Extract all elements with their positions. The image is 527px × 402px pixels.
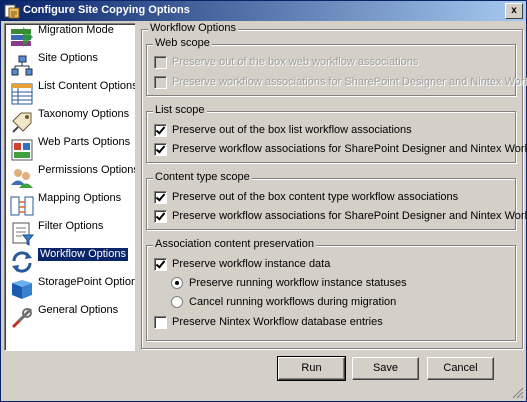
nav-label: General Options bbox=[38, 304, 119, 316]
nav-label: Workflow Options bbox=[38, 248, 128, 261]
window-title: Configure Site Copying Options bbox=[23, 4, 190, 16]
web-spd-nintex-checkbox[interactable] bbox=[154, 76, 167, 89]
association-group: Association content preservation Preserv… bbox=[146, 238, 516, 341]
mapping-icon bbox=[10, 196, 34, 216]
nav-item-list-content[interactable]: List Content Options bbox=[7, 80, 137, 107]
migration-mode-icon bbox=[11, 27, 33, 47]
web-scope-title: Web scope bbox=[153, 37, 212, 49]
app-icon bbox=[4, 4, 20, 19]
nav-item-filter[interactable]: Filter Options bbox=[7, 220, 135, 247]
site-options-icon bbox=[11, 55, 33, 76]
nav-item-general[interactable]: General Options bbox=[7, 304, 135, 331]
nav-label: Migration Mode bbox=[38, 24, 114, 36]
list-spd-nintex-checkbox[interactable] bbox=[154, 143, 167, 156]
nav-item-migration-mode[interactable]: Migration Mode bbox=[7, 24, 135, 51]
preserve-running-radio[interactable] bbox=[171, 277, 183, 289]
cancel-running-radio[interactable] bbox=[171, 296, 183, 308]
nav-label: Site Options bbox=[38, 52, 98, 64]
close-icon: x bbox=[511, 5, 517, 16]
preserve-running-label: Preserve running workflow instance statu… bbox=[189, 277, 407, 289]
nav-item-workflow[interactable]: Workflow Options bbox=[7, 248, 135, 275]
nintex-db-checkbox[interactable] bbox=[154, 316, 167, 329]
nav-item-storagepoint[interactable]: StoragePoint Options bbox=[7, 276, 137, 303]
list-spd-nintex-label: Preserve workflow associations for Share… bbox=[172, 143, 527, 155]
nav-label: Permissions Options bbox=[38, 164, 137, 176]
ct-spd-nintex-checkbox[interactable] bbox=[154, 210, 167, 223]
web-ootb-checkbox[interactable] bbox=[154, 56, 167, 69]
list-ootb-checkbox[interactable] bbox=[154, 124, 167, 137]
content-type-scope-group: Content type scope Preserve out of the b… bbox=[146, 171, 527, 230]
web-ootb-label: Preserve out of the box web workflow ass… bbox=[172, 56, 419, 68]
close-button[interactable]: x bbox=[505, 3, 523, 19]
cancel-button[interactable]: Cancel bbox=[427, 357, 494, 380]
filter-icon bbox=[12, 222, 35, 246]
nav-label: List Content Options bbox=[38, 80, 137, 92]
list-content-icon bbox=[11, 83, 33, 105]
instance-data-label: Preserve workflow instance data bbox=[172, 258, 331, 270]
list-scope-group: List scope Preserve out of the box list … bbox=[146, 104, 527, 163]
nav-label: Mapping Options bbox=[38, 192, 122, 204]
nav-item-site-options[interactable]: Site Options bbox=[7, 52, 135, 79]
save-button[interactable]: Save bbox=[352, 357, 419, 380]
instance-data-checkbox[interactable] bbox=[154, 258, 167, 271]
nav-label: StoragePoint Options bbox=[38, 276, 137, 288]
ct-ootb-checkbox[interactable] bbox=[154, 191, 167, 204]
workflow-options-title: Workflow Options bbox=[148, 22, 238, 34]
title-bar[interactable]: Configure Site Copying Options x bbox=[1, 1, 526, 21]
storagepoint-icon bbox=[12, 280, 32, 299]
ct-spd-nintex-label: Preserve workflow associations for Share… bbox=[172, 210, 527, 222]
cancel-running-label: Cancel running workflows during migratio… bbox=[189, 296, 397, 308]
web-spd-nintex-label: Preserve workflow associations for Share… bbox=[172, 76, 527, 88]
web-parts-icon bbox=[11, 139, 33, 161]
nintex-db-label: Preserve Nintex Workflow database entrie… bbox=[172, 316, 383, 328]
association-title: Association content preservation bbox=[153, 238, 316, 250]
nav-item-taxonomy[interactable]: Taxonomy Options bbox=[7, 108, 135, 135]
options-nav: Migration Mode Site Options List Content… bbox=[4, 23, 137, 351]
resize-grip-icon[interactable] bbox=[512, 387, 524, 399]
taxonomy-icon bbox=[12, 112, 32, 133]
permissions-icon bbox=[11, 169, 33, 188]
list-scope-title: List scope bbox=[153, 104, 207, 116]
list-ootb-label: Preserve out of the box list workflow as… bbox=[172, 124, 412, 136]
general-options-icon bbox=[11, 307, 33, 329]
sidebar-splitter[interactable] bbox=[135, 23, 138, 351]
content-type-scope-title: Content type scope bbox=[153, 171, 252, 183]
nav-label: Web Parts Options bbox=[38, 136, 131, 148]
ct-ootb-label: Preserve out of the box content type wor… bbox=[172, 191, 459, 203]
nav-label: Filter Options bbox=[38, 220, 104, 232]
nav-item-web-parts[interactable]: Web Parts Options bbox=[7, 136, 135, 163]
web-scope-group: Web scope Preserve out of the box web wo… bbox=[146, 37, 527, 96]
workflow-icon bbox=[12, 251, 32, 273]
dialog-window: Configure Site Copying Options x Migrati… bbox=[0, 0, 527, 402]
nav-item-permissions[interactable]: Permissions Options bbox=[7, 164, 137, 191]
nav-label: Taxonomy Options bbox=[38, 108, 130, 120]
nav-item-mapping[interactable]: Mapping Options bbox=[7, 192, 135, 219]
run-button[interactable]: Run bbox=[277, 356, 346, 381]
